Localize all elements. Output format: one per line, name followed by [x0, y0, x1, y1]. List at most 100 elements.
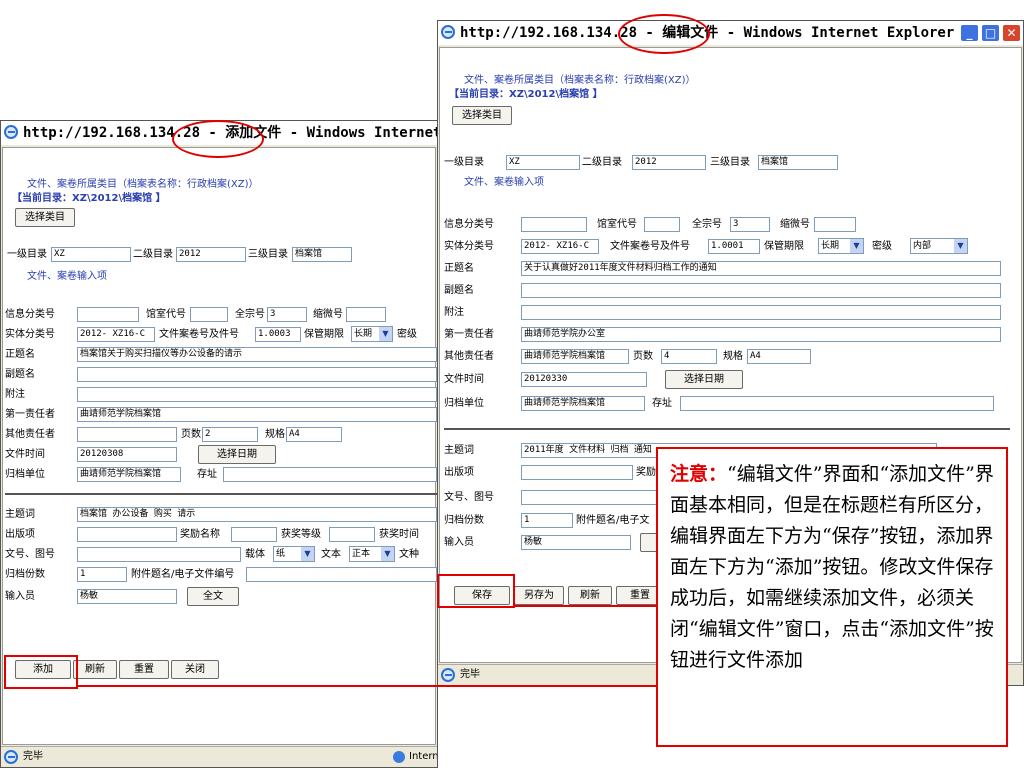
choose-date-button[interactable]: 选择日期: [198, 445, 276, 464]
first-responsible-field[interactable]: 曲靖师范学院办公室: [521, 327, 1001, 342]
copies-field[interactable]: 1: [77, 567, 127, 582]
doc-number-field[interactable]: [521, 490, 657, 505]
hall-code-label: 馆室代号: [597, 219, 637, 230]
minimize-icon[interactable]: _: [960, 24, 979, 42]
doc-number-field[interactable]: [77, 547, 241, 562]
dir-level2-field[interactable]: 2012: [632, 155, 706, 170]
choose-date-button[interactable]: 选择日期: [665, 370, 743, 389]
fonds-field[interactable]: 3: [730, 217, 770, 232]
input-section-title: 文件、案卷输入项: [464, 177, 544, 188]
title-label: 正题名: [444, 263, 474, 274]
select-category-button[interactable]: 选择类目: [15, 208, 75, 227]
fonds-field[interactable]: 3: [267, 307, 307, 322]
dropdown-arrow-icon: ▼: [954, 239, 967, 253]
award-time-label: 获奖时间: [379, 529, 419, 540]
carrier-select[interactable]: 纸 ▼: [273, 546, 315, 562]
note-label: 附注: [444, 307, 464, 318]
file-time-field[interactable]: 20120330: [521, 372, 647, 387]
retention-select[interactable]: 长期 ▼: [351, 326, 393, 342]
other-responsible-label: 其他责任者: [444, 351, 494, 362]
fulltext-button[interactable]: 全文: [187, 587, 239, 606]
publication-field[interactable]: [521, 465, 633, 480]
title-field[interactable]: 关于认真做好2011年度文件材料归档工作的通知: [521, 261, 1001, 276]
dir-level3-field[interactable]: 档案馆: [292, 247, 352, 262]
info-class-field[interactable]: [521, 217, 587, 232]
address-field[interactable]: [680, 396, 994, 411]
first-responsible-field[interactable]: 曲靖师范学院档案馆: [77, 407, 437, 422]
archive-unit-label: 归档单位: [444, 398, 484, 409]
file-number-field[interactable]: 1.0003: [255, 327, 301, 342]
pages-field[interactable]: 4: [661, 349, 717, 364]
spec-label: 规格: [723, 351, 743, 362]
retention-select[interactable]: 长期 ▼: [818, 238, 864, 254]
select-category-button[interactable]: 选择类目: [452, 106, 512, 125]
hall-code-field[interactable]: [190, 307, 228, 322]
pages-field[interactable]: 2: [202, 427, 258, 442]
copies-label: 归档份数: [444, 515, 484, 526]
secret-select[interactable]: 内部 ▼: [910, 238, 968, 254]
publication-field[interactable]: [77, 527, 177, 542]
subtitle-field[interactable]: [77, 367, 437, 382]
input-section-title: 文件、案卷输入项: [27, 271, 107, 282]
ie-icon: [4, 750, 18, 764]
file-time-field[interactable]: 20120308: [77, 447, 177, 462]
archive-unit-field[interactable]: 曲靖师范学院档案馆: [521, 396, 645, 411]
spec-label: 规格: [265, 429, 285, 440]
add-button-highlight: [4, 655, 78, 689]
first-responsible-label: 第一责任者: [5, 409, 55, 420]
archive-unit-field[interactable]: 曲靖师范学院档案馆: [77, 467, 181, 482]
info-class-label: 信息分类号: [444, 219, 494, 230]
award-name-field[interactable]: [231, 527, 277, 542]
close-button[interactable]: 关闭: [171, 660, 219, 679]
entry-clerk-field[interactable]: 杨敏: [521, 535, 631, 550]
other-responsible-field[interactable]: [77, 427, 177, 442]
secret-label: 密级: [397, 329, 417, 340]
dir-level1-field[interactable]: XZ: [51, 247, 131, 262]
entry-clerk-field[interactable]: 杨敏: [77, 589, 177, 604]
refresh-button[interactable]: 刷新: [568, 586, 612, 605]
hall-code-field[interactable]: [644, 217, 680, 232]
add-title-highlight: [172, 120, 264, 158]
file-number-label: 文件案卷号及件号: [610, 241, 690, 252]
note-field[interactable]: [77, 387, 437, 402]
text-version-select[interactable]: 正本 ▼: [349, 546, 395, 562]
info-class-field[interactable]: [77, 307, 139, 322]
close-icon[interactable]: ✕: [1002, 24, 1021, 42]
title-label: 正题名: [5, 349, 35, 360]
keywords-field[interactable]: 档案馆 办公设备 购买 请示: [77, 507, 437, 522]
maximize-icon[interactable]: □: [981, 24, 1000, 42]
pages-label: 页数: [633, 351, 653, 362]
save-as-button[interactable]: 另存为: [514, 586, 564, 605]
attachment-label: 附件题名/电子文件编号: [131, 569, 235, 580]
copies-field[interactable]: 1: [521, 513, 573, 528]
attachment-field[interactable]: [246, 567, 437, 582]
section-divider: [5, 493, 437, 495]
dropdown-arrow-icon: ▼: [379, 327, 392, 341]
microfilm-field[interactable]: [346, 307, 386, 322]
title-field[interactable]: 档案馆关于购买扫描仪等办公设备的请示: [77, 347, 437, 362]
address-field[interactable]: [223, 467, 437, 482]
reset-button[interactable]: 重置: [119, 660, 169, 679]
spec-field[interactable]: A4: [747, 349, 811, 364]
spec-field[interactable]: A4: [286, 427, 342, 442]
dropdown-arrow-icon: ▼: [850, 239, 863, 253]
dir-level1-field[interactable]: XZ: [506, 155, 580, 170]
refresh-button[interactable]: 刷新: [73, 660, 117, 679]
entity-class-label: 实体分类号: [5, 329, 55, 340]
doc-number-label: 文号、图号: [5, 549, 55, 560]
subtitle-field[interactable]: [521, 283, 1001, 298]
file-time-label: 文件时间: [444, 374, 484, 385]
edit-window-titlebar[interactable]: http://192.168.134.28 - 编辑文件 - Windows I…: [438, 21, 1023, 45]
note-field[interactable]: [521, 305, 1001, 320]
award-level-field[interactable]: [329, 527, 375, 542]
file-number-field[interactable]: 1.0001: [708, 239, 760, 254]
microfilm-field[interactable]: [814, 217, 856, 232]
entity-class-field[interactable]: 2012- XZ16-C: [521, 239, 599, 254]
dir-level2-field[interactable]: 2012: [176, 247, 246, 262]
dir-level3-field[interactable]: 档案馆: [758, 155, 838, 170]
edit-title-highlight: [618, 14, 710, 54]
other-responsible-field[interactable]: 曲靖师范学院档案馆: [521, 349, 629, 364]
keywords-label: 主题词: [444, 445, 474, 456]
category-header: 文件、案卷所属类目（档案表名称：行政档案(XZ)）: [464, 75, 696, 86]
entity-class-field[interactable]: 2012- XZ16-C: [77, 327, 155, 342]
